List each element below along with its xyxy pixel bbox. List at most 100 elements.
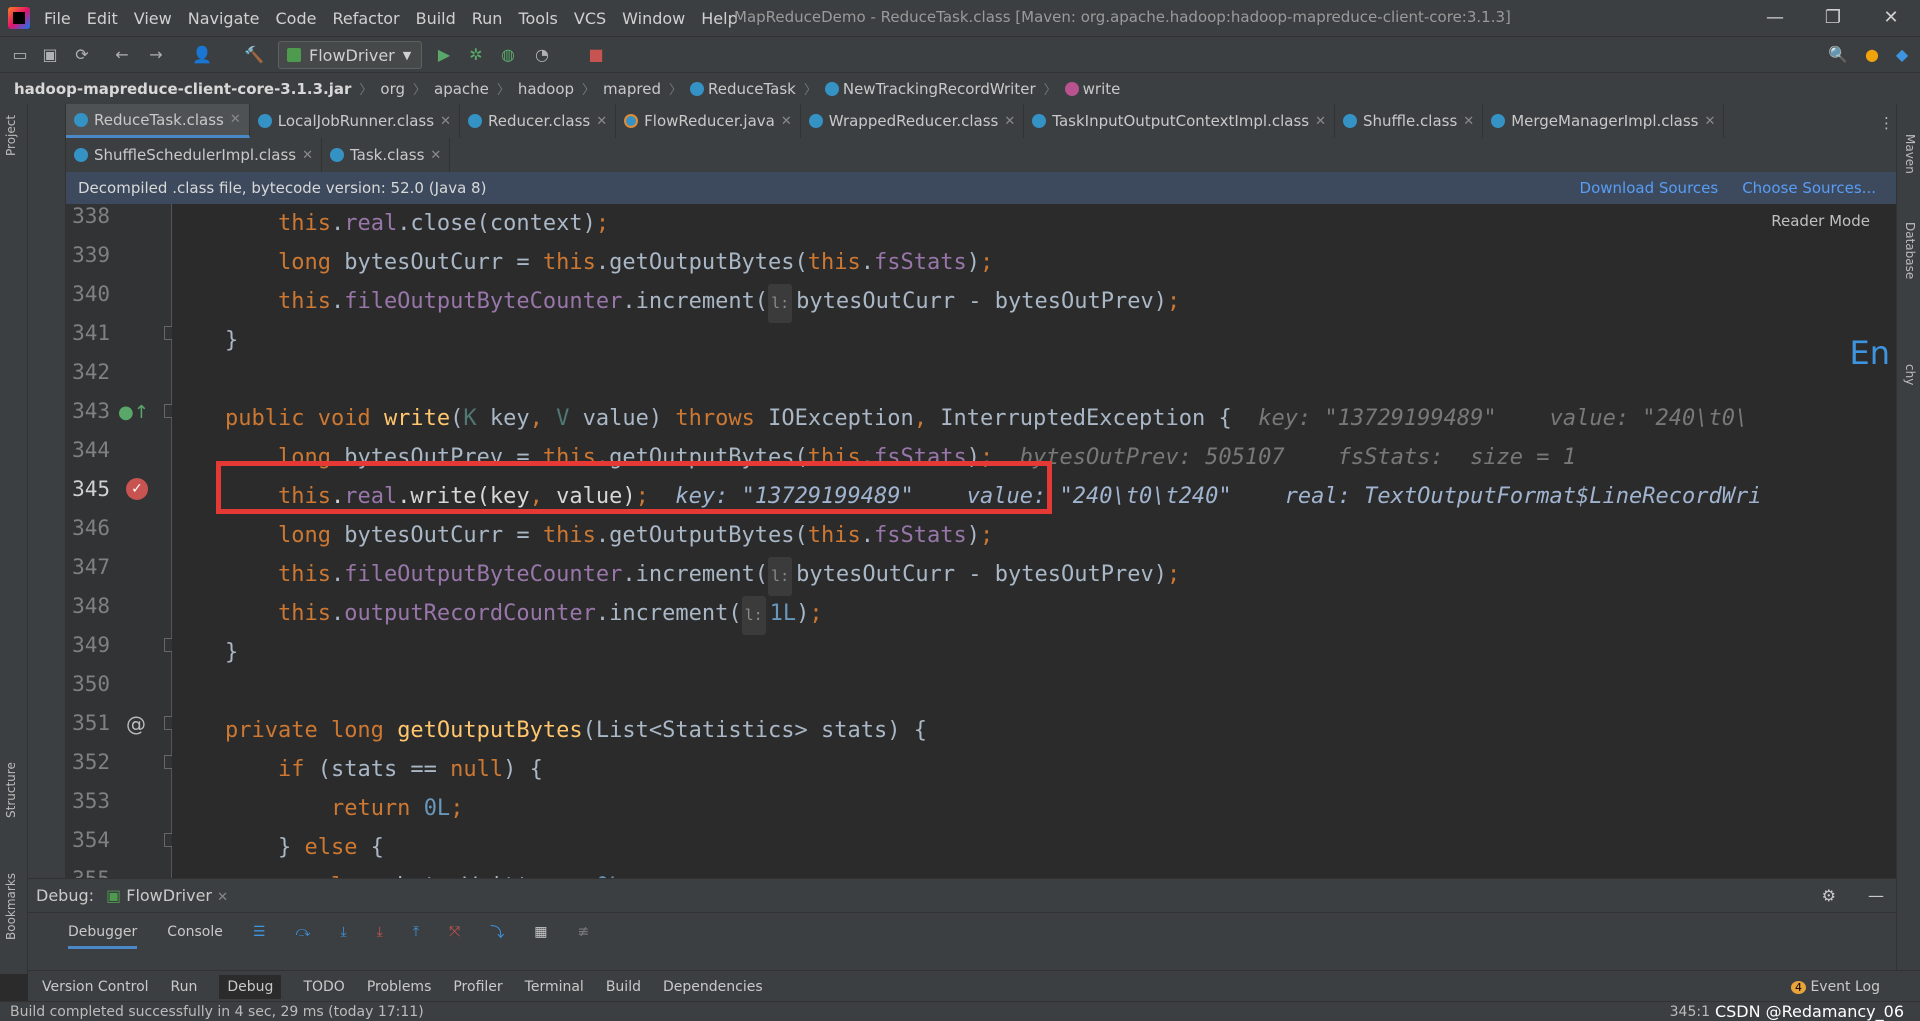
tab-wrappedreducer[interactable]: WrappedReducer.class ✕	[801, 104, 1025, 138]
debug-session-tab[interactable]: ▣ FlowDriver ✕	[106, 886, 228, 905]
structure-tool-button[interactable]: Structure	[4, 762, 18, 818]
run-configuration-select[interactable]: FlowDriver ▼	[278, 41, 422, 69]
coverage-icon[interactable]: ◍	[498, 45, 518, 65]
close-tab-icon[interactable]: ✕	[596, 114, 607, 129]
force-step-into-icon[interactable]: ⤓	[377, 924, 383, 940]
tab-mergemanagerimpl[interactable]: MergeManagerImpl.class ✕	[1483, 104, 1725, 138]
ide-features-icon[interactable]: ◆	[1892, 45, 1912, 65]
close-icon[interactable]: ✕	[217, 890, 228, 905]
tab-flowreducer[interactable]: FlowReducer.java ✕	[616, 104, 801, 138]
tool-run[interactable]: Run	[171, 979, 198, 995]
menu-vcs[interactable]: VCS	[574, 9, 606, 28]
menu-refactor[interactable]: Refactor	[332, 9, 399, 28]
choose-sources-link[interactable]: Choose Sources...	[1742, 179, 1876, 197]
breadcrumb-tracking-writer[interactable]: NewTrackingRecordWriter	[824, 80, 1036, 98]
menu-tools[interactable]: Tools	[518, 9, 557, 28]
close-tab-icon[interactable]: ✕	[1705, 114, 1716, 129]
step-out-icon[interactable]: ⤒	[413, 924, 419, 940]
breadcrumb-reducetask[interactable]: ReduceTask	[689, 80, 796, 98]
back-icon[interactable]: ←	[112, 45, 132, 65]
reader-mode-toggle[interactable]: Reader Mode	[1771, 212, 1870, 230]
run-icon[interactable]: ▶	[434, 45, 454, 65]
user-icon[interactable]: 👤	[192, 45, 212, 65]
tool-debug[interactable]: Debug	[219, 974, 282, 999]
more-tabs-icon[interactable]: ⋮	[1879, 114, 1894, 132]
code-editor[interactable]: this.real.close(context); long bytesOutC…	[172, 204, 1896, 878]
caret-position[interactable]: 345:1	[1670, 1004, 1710, 1020]
menu-help[interactable]: Help	[701, 9, 737, 28]
tab-task[interactable]: Task.class ✕	[322, 138, 451, 172]
menu-view[interactable]: View	[134, 9, 172, 28]
evaluate-icon[interactable]: ▦	[534, 924, 547, 940]
project-tool-button[interactable]: Project	[4, 115, 18, 156]
close-tab-icon[interactable]: ✕	[781, 114, 792, 129]
tab-localjobrunner[interactable]: LocalJobRunner.class ✕	[250, 104, 460, 138]
close-tab-icon[interactable]: ✕	[230, 112, 241, 127]
breadcrumb-jar[interactable]: hadoop-mapreduce-client-core-3.1.3.jar	[14, 80, 351, 98]
menu-code[interactable]: Code	[276, 9, 317, 28]
tab-taskinputoutputcontextimpl[interactable]: TaskInputOutputContextImpl.class ✕	[1024, 104, 1335, 138]
tool-dependencies[interactable]: Dependencies	[663, 979, 763, 995]
profile-icon[interactable]: ◔	[532, 45, 552, 65]
tool-profiler[interactable]: Profiler	[453, 979, 502, 995]
tab-reducetask[interactable]: ReduceTask.class ✕	[66, 104, 250, 138]
trace-icon[interactable]: ≢	[577, 924, 589, 940]
minimize-panel-icon[interactable]: —	[1868, 886, 1884, 905]
menu-file[interactable]: File	[44, 9, 71, 28]
close-tab-icon[interactable]: ✕	[302, 148, 313, 163]
close-icon[interactable]: ✕	[1862, 0, 1920, 36]
step-into-icon[interactable]: ⤓	[340, 924, 346, 940]
tool-terminal[interactable]: Terminal	[525, 979, 584, 995]
close-tab-icon[interactable]: ✕	[1463, 114, 1474, 129]
tool-todo[interactable]: TODO	[303, 979, 344, 995]
breakpoint-icon[interactable]: ✓	[126, 478, 148, 500]
sync-icon[interactable]: ⟳	[72, 45, 92, 65]
step-over-icon[interactable]: ⤼	[295, 924, 310, 940]
search-icon[interactable]: 🔍	[1828, 45, 1848, 65]
open-folder-icon[interactable]: ▭	[10, 45, 30, 65]
layout-icon[interactable]: ☰	[253, 924, 266, 940]
close-tab-icon[interactable]: ✕	[1004, 114, 1015, 129]
tool-problems[interactable]: Problems	[367, 979, 432, 995]
drop-frame-icon[interactable]: ⤧	[449, 924, 460, 940]
stop-icon[interactable]: ■	[586, 45, 606, 65]
menu-navigate[interactable]: Navigate	[188, 9, 260, 28]
update-icon[interactable]: ●	[1862, 45, 1882, 65]
gear-icon[interactable]: ⚙	[1822, 886, 1836, 905]
database-tool-button[interactable]: Database	[1903, 222, 1917, 279]
tab-debugger[interactable]: Debugger	[68, 915, 138, 949]
bookmarks-tool-button[interactable]: Bookmarks	[4, 873, 18, 940]
minimize-icon[interactable]: —	[1746, 0, 1804, 36]
download-sources-link[interactable]: Download Sources	[1580, 179, 1719, 197]
menu-edit[interactable]: Edit	[87, 9, 118, 28]
debug-icon[interactable]: ✲	[466, 45, 486, 65]
breadcrumb-mapred[interactable]: mapred	[603, 80, 661, 98]
breadcrumb-org[interactable]: org	[380, 80, 405, 98]
close-tab-icon[interactable]: ✕	[430, 148, 441, 163]
event-log[interactable]: 4 Event Log	[1790, 979, 1880, 995]
breadcrumb-apache[interactable]: apache	[434, 80, 489, 98]
breadcrumb-hadoop[interactable]: hadoop	[518, 80, 574, 98]
tab-reducer[interactable]: Reducer.class ✕	[460, 104, 617, 138]
run-to-cursor-icon[interactable]: ⤵	[490, 922, 504, 942]
maven-tool-button[interactable]: Maven	[1903, 134, 1917, 174]
project-panel-collapsed[interactable]	[28, 104, 66, 878]
tab-console[interactable]: Console	[167, 924, 223, 940]
editor-gutter[interactable]: 338 339 340 341 342 343 344 345 346 347 …	[66, 204, 178, 891]
build-hammer-icon[interactable]: 🔨	[244, 45, 264, 65]
forward-icon[interactable]: →	[146, 45, 166, 65]
implements-gutter-icon[interactable]: ●↑	[118, 402, 149, 423]
close-tab-icon[interactable]: ✕	[440, 114, 451, 129]
close-tab-icon[interactable]: ✕	[1315, 114, 1326, 129]
tool-version-control[interactable]: Version Control	[42, 979, 149, 995]
menu-build[interactable]: Build	[416, 9, 456, 28]
hierarchy-tool-button[interactable]: chy	[1903, 364, 1917, 385]
tab-shuffleschedulerimpl[interactable]: ShuffleSchedulerImpl.class ✕	[66, 138, 322, 172]
menu-window[interactable]: Window	[622, 9, 685, 28]
restore-icon[interactable]: ❐	[1804, 0, 1862, 36]
menu-run[interactable]: Run	[472, 9, 503, 28]
tool-build[interactable]: Build	[606, 979, 641, 995]
breadcrumb-write[interactable]: write	[1064, 80, 1120, 98]
override-gutter-icon[interactable]: @	[126, 712, 146, 736]
save-icon[interactable]: ▣	[40, 45, 60, 65]
